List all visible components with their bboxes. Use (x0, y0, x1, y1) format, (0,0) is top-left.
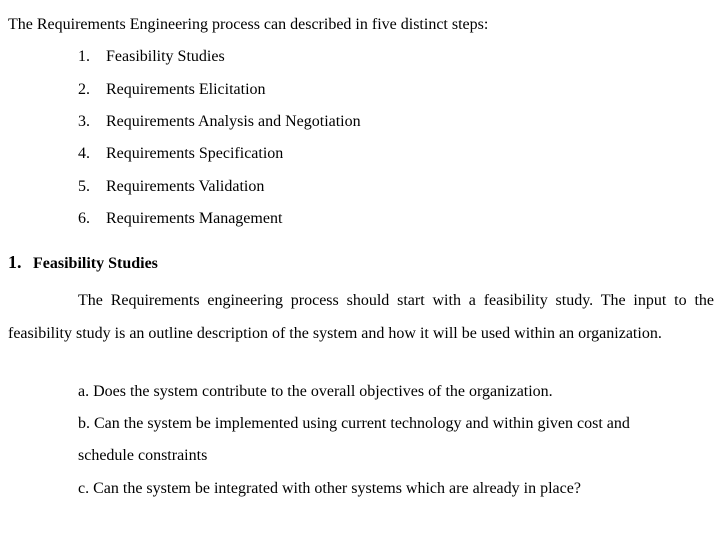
step-item: 5. Requirements Validation (78, 177, 264, 197)
step-label: Requirements Analysis and Negotiation (106, 113, 361, 130)
step-item: 1. Feasibility Studies (78, 47, 225, 67)
step-item: 6. Requirements Management (78, 209, 282, 229)
step-label: Feasibility Studies (106, 48, 225, 65)
section-number: 1. (8, 252, 22, 272)
step-number: 4. (78, 145, 90, 162)
step-number: 3. (78, 113, 90, 130)
step-item: 4. Requirements Specification (78, 144, 283, 164)
question-item: b. Can the system be implemented using c… (78, 415, 630, 432)
step-number: 2. (78, 81, 90, 98)
question-continuation: schedule constraints (78, 447, 208, 464)
step-label: Requirements Elicitation (106, 81, 266, 98)
section-paragraph: The Requirements engineering process sho… (8, 292, 714, 342)
intro-text: The Requirements Engineering process can… (8, 16, 489, 33)
step-item: 2. Requirements Elicitation (78, 80, 266, 100)
step-label: Requirements Specification (106, 145, 284, 162)
section-heading: 1. Feasibility Studies (8, 252, 158, 274)
step-item: 3. Requirements Analysis and Negotiation (78, 112, 361, 132)
step-number: 5. (78, 178, 90, 195)
step-number: 6. (78, 210, 90, 227)
step-number: 1. (78, 48, 90, 65)
step-label: Requirements Management (106, 210, 283, 227)
question-item: a. Does the system contribute to the ove… (78, 383, 553, 400)
section-title: Feasibility Studies (33, 255, 158, 272)
question-item: c. Can the system be integrated with oth… (78, 480, 581, 497)
step-label: Requirements Validation (106, 178, 265, 195)
